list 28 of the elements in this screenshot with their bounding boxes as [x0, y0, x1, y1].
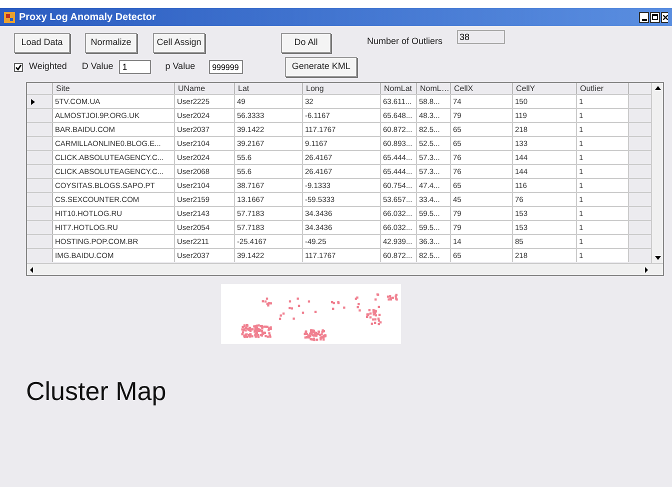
minimize-button[interactable] — [639, 12, 649, 22]
cell-assign-button[interactable]: Cell Assign — [153, 33, 205, 53]
close-button[interactable] — [661, 12, 668, 22]
row-pointer-icon — [31, 98, 35, 104]
column-header[interactable]: CellY — [513, 83, 577, 94]
p-value-label: p Value — [165, 60, 196, 74]
outliers-label: Number of Outliers — [367, 35, 443, 48]
maximize-button[interactable] — [650, 12, 660, 22]
weighted-checkbox[interactable] — [14, 62, 23, 72]
generate-kml-button[interactable]: Generate KML — [285, 57, 358, 77]
d-value-field[interactable]: 1 — [119, 60, 152, 74]
do-all-button[interactable]: Do All — [281, 33, 331, 53]
close-icon — [662, 14, 668, 20]
outliers-field: 38 — [456, 30, 505, 44]
weighted-label: Weighted — [29, 60, 67, 74]
column-header[interactable]: Site — [53, 83, 175, 94]
vertical-scrollbar[interactable] — [651, 83, 663, 263]
normalize-button[interactable]: Normalize — [85, 33, 137, 53]
horizontal-scrollbar[interactable] — [27, 263, 663, 275]
check-icon — [15, 64, 22, 70]
d-value-label: D Value — [82, 60, 114, 74]
column-header[interactable]: Outlier — [577, 83, 629, 94]
window-title: Proxy Log Anomaly Detector — [19, 10, 157, 24]
load-data-button[interactable]: Load Data — [14, 33, 70, 53]
app-icon — [4, 12, 15, 22]
cluster-map-title: Cluster Map — [26, 375, 168, 408]
column-header[interactable]: CellX — [451, 83, 513, 94]
p-value-field[interactable]: 999999 — [209, 60, 244, 74]
